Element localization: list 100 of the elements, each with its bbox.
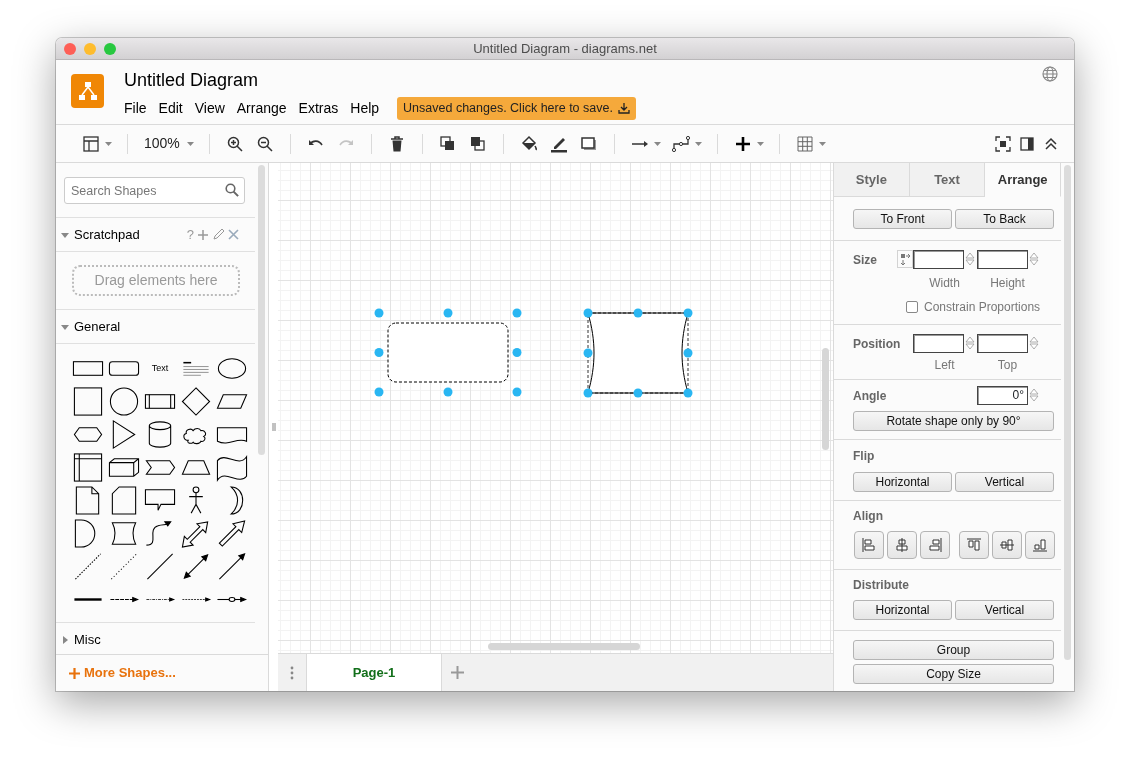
scrollbar[interactable] — [1064, 165, 1071, 660]
format-panel-icon[interactable] — [1018, 134, 1036, 153]
zoom-out-icon[interactable] — [255, 134, 274, 153]
resize-handle[interactable] — [583, 308, 593, 318]
download-icon — [617, 102, 630, 115]
rotate-button[interactable]: Rotate shape only by 90° — [853, 411, 1054, 431]
insert-icon[interactable] — [733, 134, 752, 153]
resize-handle[interactable] — [633, 308, 643, 318]
document-title[interactable]: Untitled Diagram — [124, 69, 259, 91]
resize-handle[interactable] — [683, 388, 693, 398]
caret-icon[interactable] — [652, 139, 662, 148]
distribute-button[interactable]: Horizontal — [853, 600, 952, 620]
resize-icon — [897, 250, 913, 269]
send-to-back-icon[interactable] — [468, 134, 487, 153]
resize-handle[interactable] — [374, 387, 384, 397]
align-right-icon — [926, 536, 944, 554]
menu-item[interactable]: Extras — [298, 97, 339, 119]
square-shape-icon[interactable] — [71, 385, 105, 418]
resize-grip-icon[interactable] — [271, 423, 276, 431]
align-left-icon — [860, 536, 878, 554]
align-center-icon — [893, 536, 911, 554]
edit-icon[interactable] — [212, 228, 226, 241]
resize-handle[interactable] — [633, 388, 643, 398]
caret-icon[interactable] — [693, 139, 703, 148]
align-center-button[interactable] — [887, 531, 917, 559]
expand-caret-icon[interactable] — [60, 634, 70, 645]
resize-handle[interactable] — [374, 308, 384, 318]
section-header[interactable]: General — [56, 309, 256, 343]
caret-icon[interactable] — [104, 139, 113, 148]
section-title: Scratchpad — [74, 225, 140, 244]
resize-handle[interactable] — [512, 308, 522, 318]
align-bottom-button[interactable] — [1025, 531, 1055, 559]
field-label: Size — [853, 251, 878, 269]
field-caption: Top — [996, 357, 1019, 374]
align-top-button[interactable] — [959, 531, 989, 559]
arrange-button[interactable]: Copy Size — [853, 664, 1054, 684]
flip-button[interactable]: Vertical — [955, 472, 1054, 492]
waypoint-icon[interactable] — [671, 134, 690, 153]
fullscreen-icon[interactable] — [994, 134, 1012, 153]
order-button[interactable]: To Back — [955, 209, 1054, 229]
resize-handle[interactable] — [443, 387, 453, 397]
zoom-level[interactable]: 100% — [144, 133, 180, 154]
distribute-button[interactable]: Vertical — [955, 600, 1054, 620]
arrange-button[interactable]: Group — [853, 640, 1054, 660]
checkbox[interactable] — [906, 301, 918, 313]
table-icon[interactable] — [795, 134, 814, 153]
menu-item[interactable]: Arrange — [236, 97, 287, 119]
resize-handle[interactable] — [683, 308, 693, 318]
search-icon[interactable] — [225, 183, 240, 197]
menu-item[interactable]: File — [124, 97, 147, 119]
resize-handle[interactable] — [443, 308, 453, 318]
panel-tab[interactable]: Text — [909, 163, 986, 197]
field-label: Position — [853, 335, 902, 353]
resize-handle[interactable] — [683, 348, 693, 358]
zoom-in-icon[interactable] — [225, 134, 244, 153]
resize-handle[interactable] — [512, 387, 522, 397]
internal-storage-shape-icon[interactable] — [71, 451, 105, 484]
plus-icon[interactable] — [69, 667, 80, 679]
search-field[interactable]: Search Shapes — [64, 177, 246, 204]
caret-icon[interactable] — [817, 139, 827, 148]
resize-handle[interactable] — [583, 348, 593, 358]
shadow-icon[interactable] — [579, 134, 598, 153]
diamond-shape-icon[interactable] — [179, 385, 213, 418]
align-bottom-icon — [1031, 536, 1049, 554]
align-top-icon — [965, 536, 983, 554]
section-label: Flip — [853, 448, 876, 465]
resize-handle[interactable] — [374, 348, 384, 357]
order-button[interactable]: To Front — [853, 209, 952, 229]
section-label: Distribute — [853, 577, 910, 594]
text-shape[interactable]: Text — [151, 361, 169, 376]
panel-tab[interactable]: Style — [834, 163, 910, 197]
flip-button[interactable]: Horizontal — [853, 472, 952, 492]
field-caption: Left — [933, 357, 956, 374]
language-icon[interactable] — [1042, 66, 1058, 82]
fill-color-icon[interactable] — [519, 134, 538, 153]
rounded-rectangle[interactable] — [387, 322, 509, 383]
resize-handle[interactable] — [512, 348, 522, 357]
menu-icon[interactable] — [290, 665, 294, 680]
field-caption: Height — [989, 275, 1026, 292]
circle-shape-icon[interactable] — [107, 385, 141, 418]
section-header[interactable]: Scratchpad ? — [56, 217, 256, 251]
section-label: Align — [853, 508, 884, 525]
scrollbar[interactable] — [258, 165, 265, 455]
align-right-button[interactable] — [920, 531, 950, 559]
menu-item[interactable]: View — [194, 97, 225, 119]
bring-to-front-icon[interactable] — [438, 134, 457, 153]
curved-rectangle[interactable] — [587, 312, 689, 394]
menu-item[interactable]: Edit — [158, 97, 183, 119]
page-tab[interactable]: Page-1 — [306, 654, 442, 691]
resize-handle[interactable] — [583, 388, 593, 398]
align-middle-button[interactable] — [992, 531, 1022, 559]
align-left-button[interactable] — [854, 531, 884, 559]
layout-icon[interactable] — [82, 134, 100, 153]
scrollbar[interactable] — [488, 643, 640, 650]
caret-icon[interactable] — [185, 139, 195, 148]
checkbox-label[interactable]: Constrain Proportions — [924, 298, 1041, 316]
caret-icon[interactable] — [755, 139, 765, 148]
menu-item[interactable]: Help — [350, 97, 380, 119]
save-notice-button[interactable]: Unsaved changes. Click here to save. — [397, 97, 636, 120]
scrollbar[interactable] — [822, 348, 829, 450]
